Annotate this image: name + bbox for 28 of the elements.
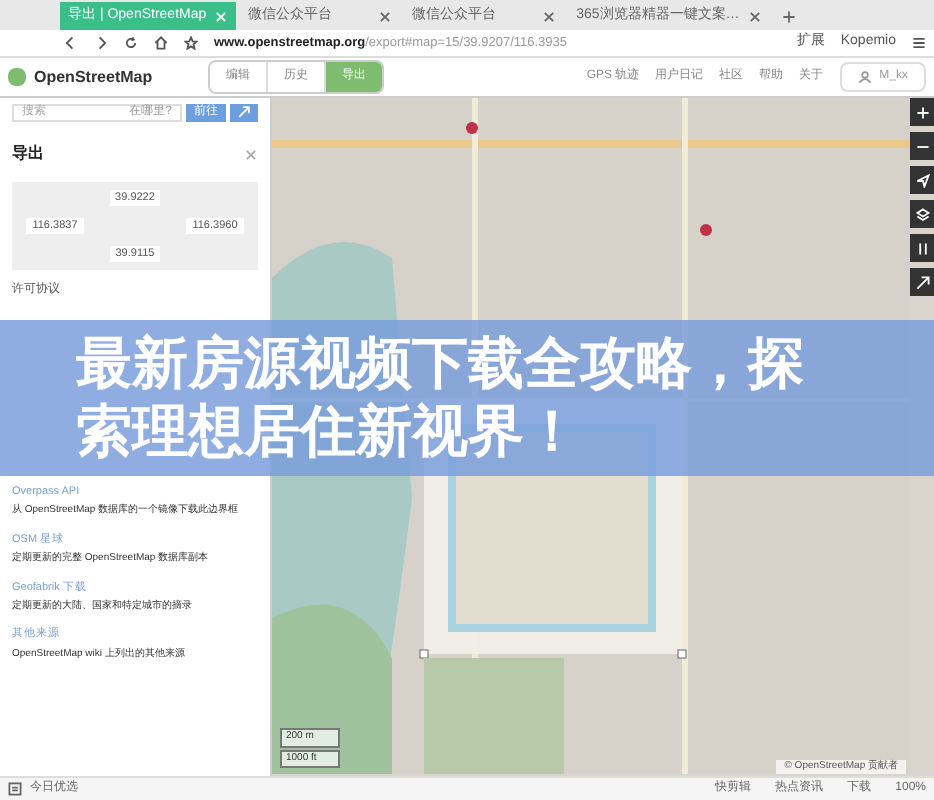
- headline-line: 索理想居住新视界！: [76, 398, 580, 466]
- new-tab-icon[interactable]: [781, 9, 796, 23]
- zoom-in-button[interactable]: [910, 98, 934, 126]
- forward-icon[interactable]: [94, 36, 108, 50]
- star-icon[interactable]: [184, 36, 198, 50]
- list-icon: [8, 782, 22, 796]
- layers-button[interactable]: [910, 200, 934, 228]
- arrow-icon: [915, 275, 929, 289]
- home-icon[interactable]: [154, 36, 168, 50]
- locate-button[interactable]: [910, 166, 934, 194]
- zoom-out-button[interactable]: [910, 132, 934, 160]
- reload-icon[interactable]: [124, 36, 138, 50]
- share-button[interactable]: [910, 234, 934, 262]
- back-icon[interactable]: [64, 36, 78, 50]
- plus-icon: [915, 105, 929, 119]
- arrow-icon: [238, 106, 250, 118]
- close-icon[interactable]: [542, 9, 557, 23]
- panel-title: 导出: [12, 142, 44, 166]
- nav-icon: [915, 173, 929, 187]
- close-icon[interactable]: [747, 9, 762, 23]
- close-icon[interactable]: [378, 9, 393, 23]
- menu-icon[interactable]: [912, 36, 926, 50]
- layers-icon: [915, 207, 929, 221]
- directions-button[interactable]: [230, 103, 258, 121]
- expand-button[interactable]: [910, 268, 934, 296]
- user-icon: [857, 70, 872, 84]
- site-logo[interactable]: OpenStreetMap: [34, 65, 153, 89]
- headline-line: 最新房源视频下载全攻略，探: [76, 330, 804, 398]
